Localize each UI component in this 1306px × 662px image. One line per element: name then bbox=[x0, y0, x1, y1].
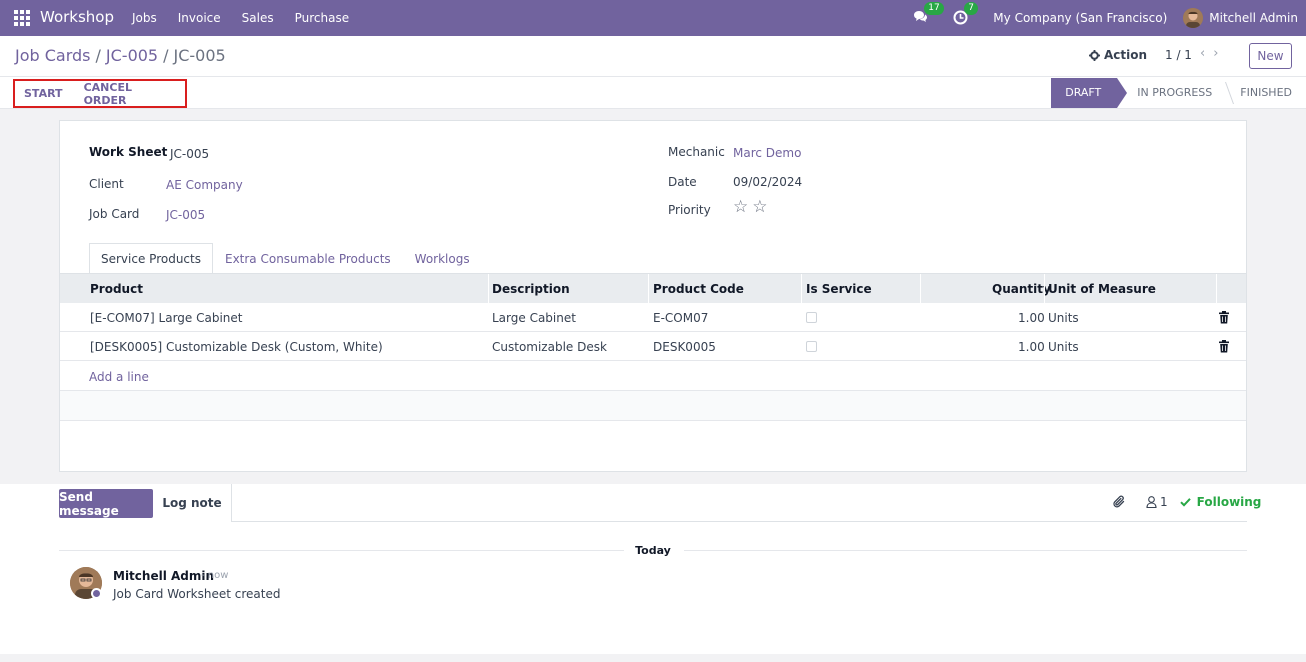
messages-icon[interactable]: 17 bbox=[913, 2, 944, 26]
table-row[interactable]: [DESK0005] Customizable Desk (Custom, Wh… bbox=[60, 332, 1246, 361]
activities-clock-icon[interactable]: 7 bbox=[953, 2, 979, 26]
messages-badge: 17 bbox=[924, 2, 944, 15]
app-name[interactable]: Workshop bbox=[40, 8, 114, 26]
work-sheet-label: Work Sheet bbox=[89, 145, 168, 159]
date-field[interactable]: 09/02/2024 bbox=[733, 175, 802, 189]
mechanic-label: Mechanic bbox=[668, 145, 725, 159]
stage-pipeline: DRAFT IN PROGRESS FINISHED bbox=[1051, 77, 1306, 108]
online-status-dot bbox=[91, 588, 102, 599]
message-body: Job Card Worksheet created bbox=[113, 587, 281, 601]
job-card-field[interactable]: JC-005 bbox=[166, 208, 205, 222]
description-cell[interactable]: Large Cabinet bbox=[492, 311, 576, 325]
col-is-service[interactable]: Is Service bbox=[806, 282, 872, 296]
job-card-label: Job Card bbox=[89, 207, 140, 221]
code-cell[interactable]: E-COM07 bbox=[653, 311, 708, 325]
control-panel: Job Cards / JC-005/JC-005 Action 1 / 1 ‹› … bbox=[0, 36, 1306, 77]
cancel-order-button[interactable]: CANCEL ORDER bbox=[84, 81, 173, 107]
header-buttons-highlight: START CANCEL ORDER bbox=[13, 79, 187, 108]
log-note-button[interactable]: Log note bbox=[153, 484, 232, 522]
chevron-left-icon[interactable]: ‹ bbox=[1200, 46, 1213, 61]
stage-finished[interactable]: FINISHED bbox=[1226, 78, 1306, 108]
star-icon[interactable]: ☆ bbox=[752, 199, 767, 216]
is-service-checkbox[interactable] bbox=[806, 312, 817, 323]
menu-sales[interactable]: Sales bbox=[242, 11, 274, 25]
col-product-code[interactable]: Product Code bbox=[653, 282, 744, 296]
apps-menu-icon[interactable] bbox=[14, 10, 30, 26]
pager-arrows: ‹› bbox=[1200, 46, 1226, 61]
tab-service-products[interactable]: Service Products bbox=[89, 243, 213, 274]
send-message-button[interactable]: Send message bbox=[59, 489, 153, 518]
chatter-tools: 1 Following bbox=[1112, 495, 1261, 509]
chevron-right-icon[interactable]: › bbox=[1213, 46, 1226, 61]
activities-badge: 7 bbox=[964, 2, 979, 15]
quantity-cell[interactable]: 1.00 bbox=[1018, 340, 1045, 354]
check-icon bbox=[1179, 498, 1191, 507]
work-sheet-value[interactable]: JC-005 bbox=[170, 147, 209, 161]
tab-worklogs[interactable]: Worklogs bbox=[403, 243, 482, 274]
client-field[interactable]: AE Company bbox=[166, 178, 243, 192]
col-unit-of-measure[interactable]: Unit of Measure bbox=[1048, 282, 1156, 296]
message-author[interactable]: Mitchell Admin bbox=[113, 569, 214, 583]
form-sheet: Work Sheet JC-005 Client AE Company Job … bbox=[59, 120, 1247, 472]
user-menu[interactable]: Mitchell Admin bbox=[1209, 11, 1298, 25]
menu-jobs[interactable]: Jobs bbox=[132, 11, 157, 25]
user-avatar[interactable] bbox=[1183, 8, 1204, 28]
nav-menu: Jobs Invoice Sales Purchase bbox=[132, 11, 370, 25]
product-cell[interactable]: [DESK0005] Customizable Desk (Custom, Wh… bbox=[90, 340, 383, 354]
col-description[interactable]: Description bbox=[492, 282, 570, 296]
client-label: Client bbox=[89, 177, 124, 191]
status-bar: START CANCEL ORDER DRAFT IN PROGRESS FIN… bbox=[0, 77, 1306, 109]
company-switcher[interactable]: My Company (San Francisco) bbox=[993, 11, 1167, 25]
menu-purchase[interactable]: Purchase bbox=[295, 11, 350, 25]
table-footer bbox=[60, 390, 1246, 421]
start-button[interactable]: START bbox=[24, 87, 63, 100]
trash-icon[interactable] bbox=[1218, 340, 1230, 353]
priority-label: Priority bbox=[668, 203, 711, 217]
is-service-checkbox[interactable] bbox=[806, 341, 817, 352]
notebook-tabs: Service Products Extra Consumable Produc… bbox=[89, 243, 482, 274]
top-navbar: Workshop Jobs Invoice Sales Purchase 17 … bbox=[0, 0, 1306, 36]
nav-right: 17 7 My Company (San Francisco) Mitchell… bbox=[913, 0, 1306, 36]
chatter: Send message Log note 1 Following Today … bbox=[0, 484, 1306, 654]
star-icon[interactable]: ☆ bbox=[733, 199, 748, 216]
trash-icon[interactable] bbox=[1218, 311, 1230, 324]
uom-cell[interactable]: Units bbox=[1048, 311, 1079, 325]
priority-stars: ☆ ☆ bbox=[733, 199, 768, 216]
add-a-line-link[interactable]: Add a line bbox=[89, 370, 149, 384]
col-quantity[interactable]: Quantity bbox=[992, 282, 1051, 296]
paperclip-icon[interactable] bbox=[1112, 495, 1126, 509]
breadcrumb: Job Cards / JC-005/JC-005 bbox=[15, 46, 226, 65]
user-icon[interactable] bbox=[1146, 496, 1157, 508]
tab-extra-consumable-products[interactable]: Extra Consumable Products bbox=[213, 243, 403, 274]
pager-value[interactable]: 1 / 1 bbox=[1165, 48, 1192, 62]
breadcrumb-job-cards[interactable]: Job Cards bbox=[15, 46, 91, 65]
col-product[interactable]: Product bbox=[90, 282, 143, 296]
service-products-table: Product Description Product Code Is Serv… bbox=[60, 274, 1246, 421]
mechanic-field[interactable]: Marc Demo bbox=[733, 146, 801, 160]
breadcrumb-current: JC-005 bbox=[173, 46, 226, 65]
stage-in-progress[interactable]: IN PROGRESS bbox=[1123, 78, 1226, 108]
uom-cell[interactable]: Units bbox=[1048, 340, 1079, 354]
new-button[interactable]: New bbox=[1249, 43, 1292, 69]
table-header: Product Description Product Code Is Serv… bbox=[60, 274, 1246, 303]
quantity-cell[interactable]: 1.00 bbox=[1018, 311, 1045, 325]
stage-draft[interactable]: DRAFT bbox=[1051, 77, 1128, 108]
code-cell[interactable]: DESK0005 bbox=[653, 340, 716, 354]
action-button[interactable]: Action bbox=[1089, 48, 1147, 62]
product-cell[interactable]: [E-COM07] Large Cabinet bbox=[90, 311, 243, 325]
message-time: - now bbox=[201, 570, 229, 581]
gear-icon bbox=[1089, 49, 1100, 61]
following-button[interactable]: Following bbox=[1197, 495, 1262, 509]
date-label: Date bbox=[668, 175, 697, 189]
action-label: Action bbox=[1104, 48, 1148, 62]
date-separator: Today bbox=[635, 544, 671, 557]
table-row[interactable]: [E-COM07] Large Cabinet Large Cabinet E-… bbox=[60, 303, 1246, 332]
breadcrumb-jc-005[interactable]: JC-005 bbox=[106, 46, 158, 65]
description-cell[interactable]: Customizable Desk bbox=[492, 340, 607, 354]
followers-count[interactable]: 1 bbox=[1160, 495, 1168, 509]
menu-invoice[interactable]: Invoice bbox=[178, 11, 221, 25]
